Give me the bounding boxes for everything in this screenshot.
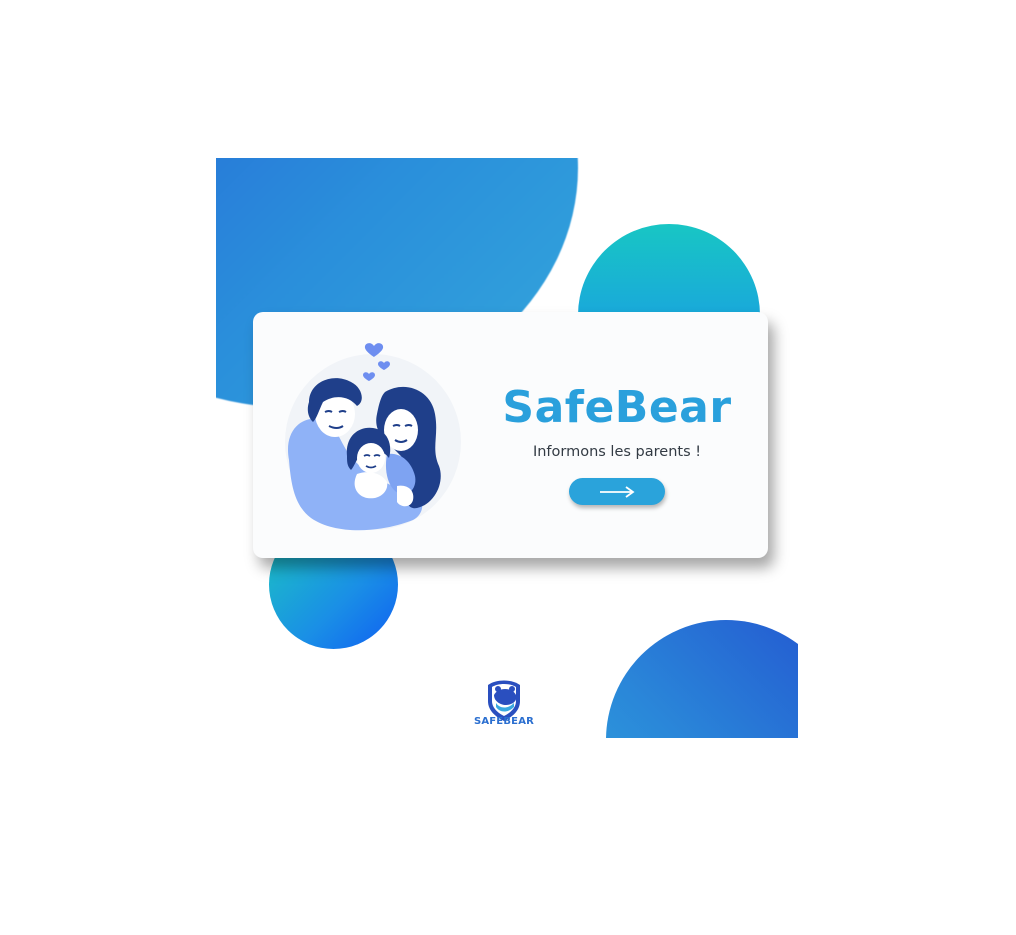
next-button[interactable]	[569, 478, 665, 505]
tagline: Informons les parents !	[532, 444, 702, 460]
logo-wordmark: SAFEBEAR	[473, 716, 535, 727]
intro-card: SafeBear Informons les parents !	[253, 312, 768, 558]
arrow-right-icon	[600, 485, 635, 498]
family-hug-illustration	[285, 343, 461, 531]
page: SafeBear Informons les parents ! SAFEBEA…	[0, 0, 1016, 935]
decorative-blue-blob-bottom-right	[606, 620, 798, 738]
brand-title: SafeBear	[502, 382, 732, 433]
